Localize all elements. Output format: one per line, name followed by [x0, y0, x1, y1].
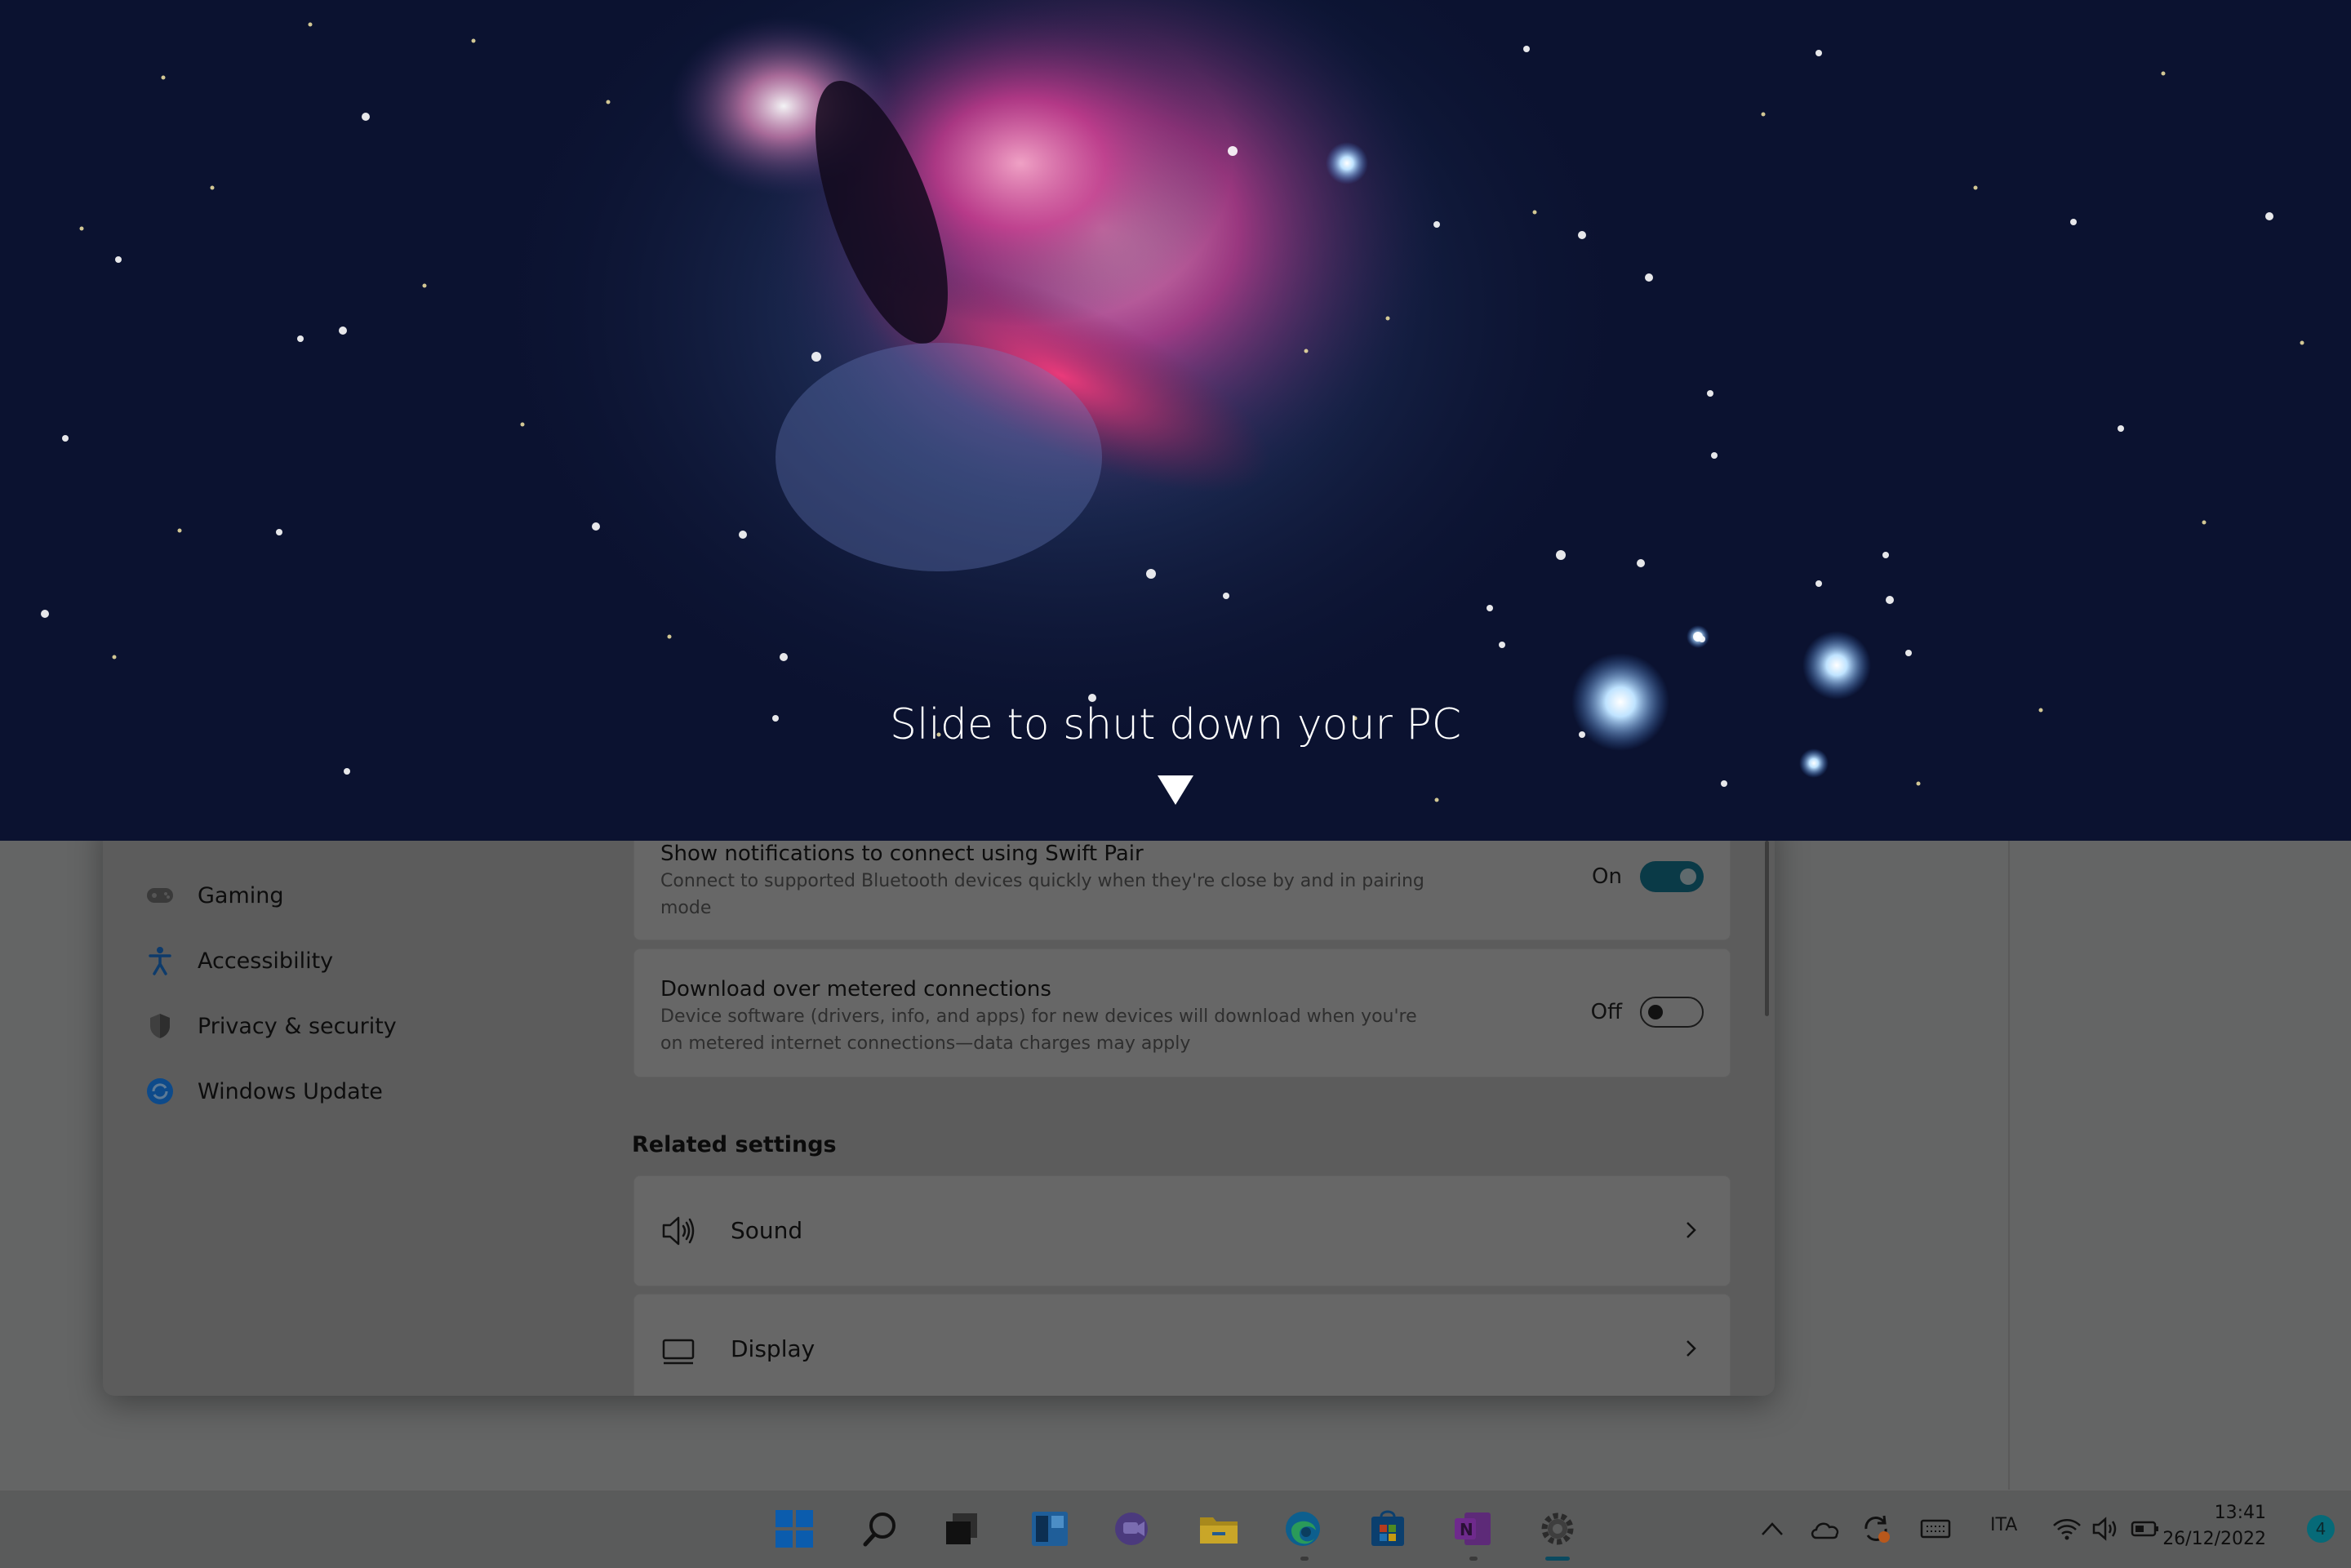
sidebar-item-label: Privacy & security — [198, 1013, 397, 1039]
sync-icon[interactable] — [1853, 1506, 1899, 1552]
settings-icon[interactable] — [1535, 1506, 1580, 1552]
settings-scrollbar[interactable] — [1765, 841, 1769, 1016]
sidebar-item-label: Accessibility — [198, 948, 334, 974]
sidebar-item-windows-update[interactable]: Windows Update — [144, 1067, 584, 1116]
store-icon[interactable] — [1365, 1506, 1411, 1552]
metered-connections-card: Download over metered connections Device… — [633, 948, 1731, 1077]
settings-active-indicator — [1545, 1557, 1570, 1561]
sidebar-item-privacy[interactable]: Privacy & security — [144, 1002, 584, 1051]
chevron-up-icon[interactable] — [1749, 1506, 1795, 1552]
chat-icon[interactable] — [1110, 1506, 1156, 1552]
chevron-right-icon — [1687, 1340, 1696, 1357]
shield-icon — [144, 1010, 176, 1042]
monitor-icon — [662, 1339, 695, 1365]
clock-date: 26/12/2022 — [2162, 1529, 2266, 1549]
sidebar-item-accessibility[interactable]: Accessibility — [144, 936, 584, 985]
accessibility-icon — [144, 944, 176, 977]
file-explorer-icon[interactable] — [1196, 1506, 1242, 1552]
clock[interactable]: 13:41 26/12/2022 — [2162, 1500, 2266, 1552]
shutdown-slider-overlay[interactable]: Slide to shut down your PC — [0, 0, 2351, 841]
related-sound-label: Sound — [731, 1217, 803, 1244]
keyboard-icon[interactable] — [1913, 1506, 1958, 1552]
onenote-icon[interactable]: N — [1450, 1506, 1495, 1552]
related-settings-heading: Related settings — [632, 1132, 837, 1157]
gaming-icon — [144, 879, 176, 912]
start-icon[interactable] — [771, 1506, 817, 1552]
battery-icon[interactable] — [2122, 1506, 2168, 1552]
swift-pair-description: Connect to supported Bluetooth devices q… — [660, 871, 1424, 918]
swift-pair-toggle[interactable] — [1640, 861, 1704, 892]
related-display-link[interactable]: Display — [633, 1294, 1731, 1396]
metered-toggle[interactable] — [1640, 997, 1704, 1028]
speaker-icon — [662, 1216, 695, 1246]
task-view-icon[interactable] — [939, 1506, 984, 1552]
sidebar-item-label: Windows Update — [198, 1078, 383, 1104]
input-language[interactable]: ITA — [1990, 1515, 2017, 1535]
clock-time: 13:41 — [2214, 1503, 2266, 1523]
swift-pair-state-label: On — [1592, 864, 1622, 889]
sidebar-item-label: Gaming — [198, 882, 284, 908]
windows-update-icon — [144, 1075, 176, 1108]
swift-pair-title: Show notifications to connect using Swif… — [660, 842, 1144, 866]
shutdown-message: Slide to shut down your PC — [889, 700, 1462, 749]
related-display-label: Display — [731, 1335, 816, 1362]
metered-description: Device software (drivers, info, and apps… — [660, 1006, 1417, 1054]
slide-down-arrow-icon — [1158, 775, 1193, 805]
related-sound-link[interactable]: Sound — [633, 1175, 1731, 1286]
chevron-right-icon — [1687, 1222, 1696, 1238]
sidebar-item-gaming[interactable]: Gaming — [144, 871, 584, 920]
search-icon[interactable] — [857, 1506, 903, 1552]
edge-icon[interactable] — [1280, 1506, 1326, 1552]
svg-text:N: N — [1460, 1520, 1473, 1539]
onenote-running-indicator — [1469, 1557, 1478, 1561]
settings-window: Gaming Accessibility Privacy & security … — [103, 816, 1775, 1396]
edge-running-indicator — [1300, 1557, 1309, 1561]
onedrive-icon[interactable] — [1802, 1506, 1848, 1552]
metered-state-label: Off — [1590, 1000, 1622, 1024]
notification-badge[interactable]: 4 — [2307, 1515, 2335, 1543]
metered-title: Download over metered connections — [660, 977, 1051, 1002]
desktop-divider — [2008, 841, 2010, 1490]
widgets-icon[interactable] — [1027, 1506, 1073, 1552]
